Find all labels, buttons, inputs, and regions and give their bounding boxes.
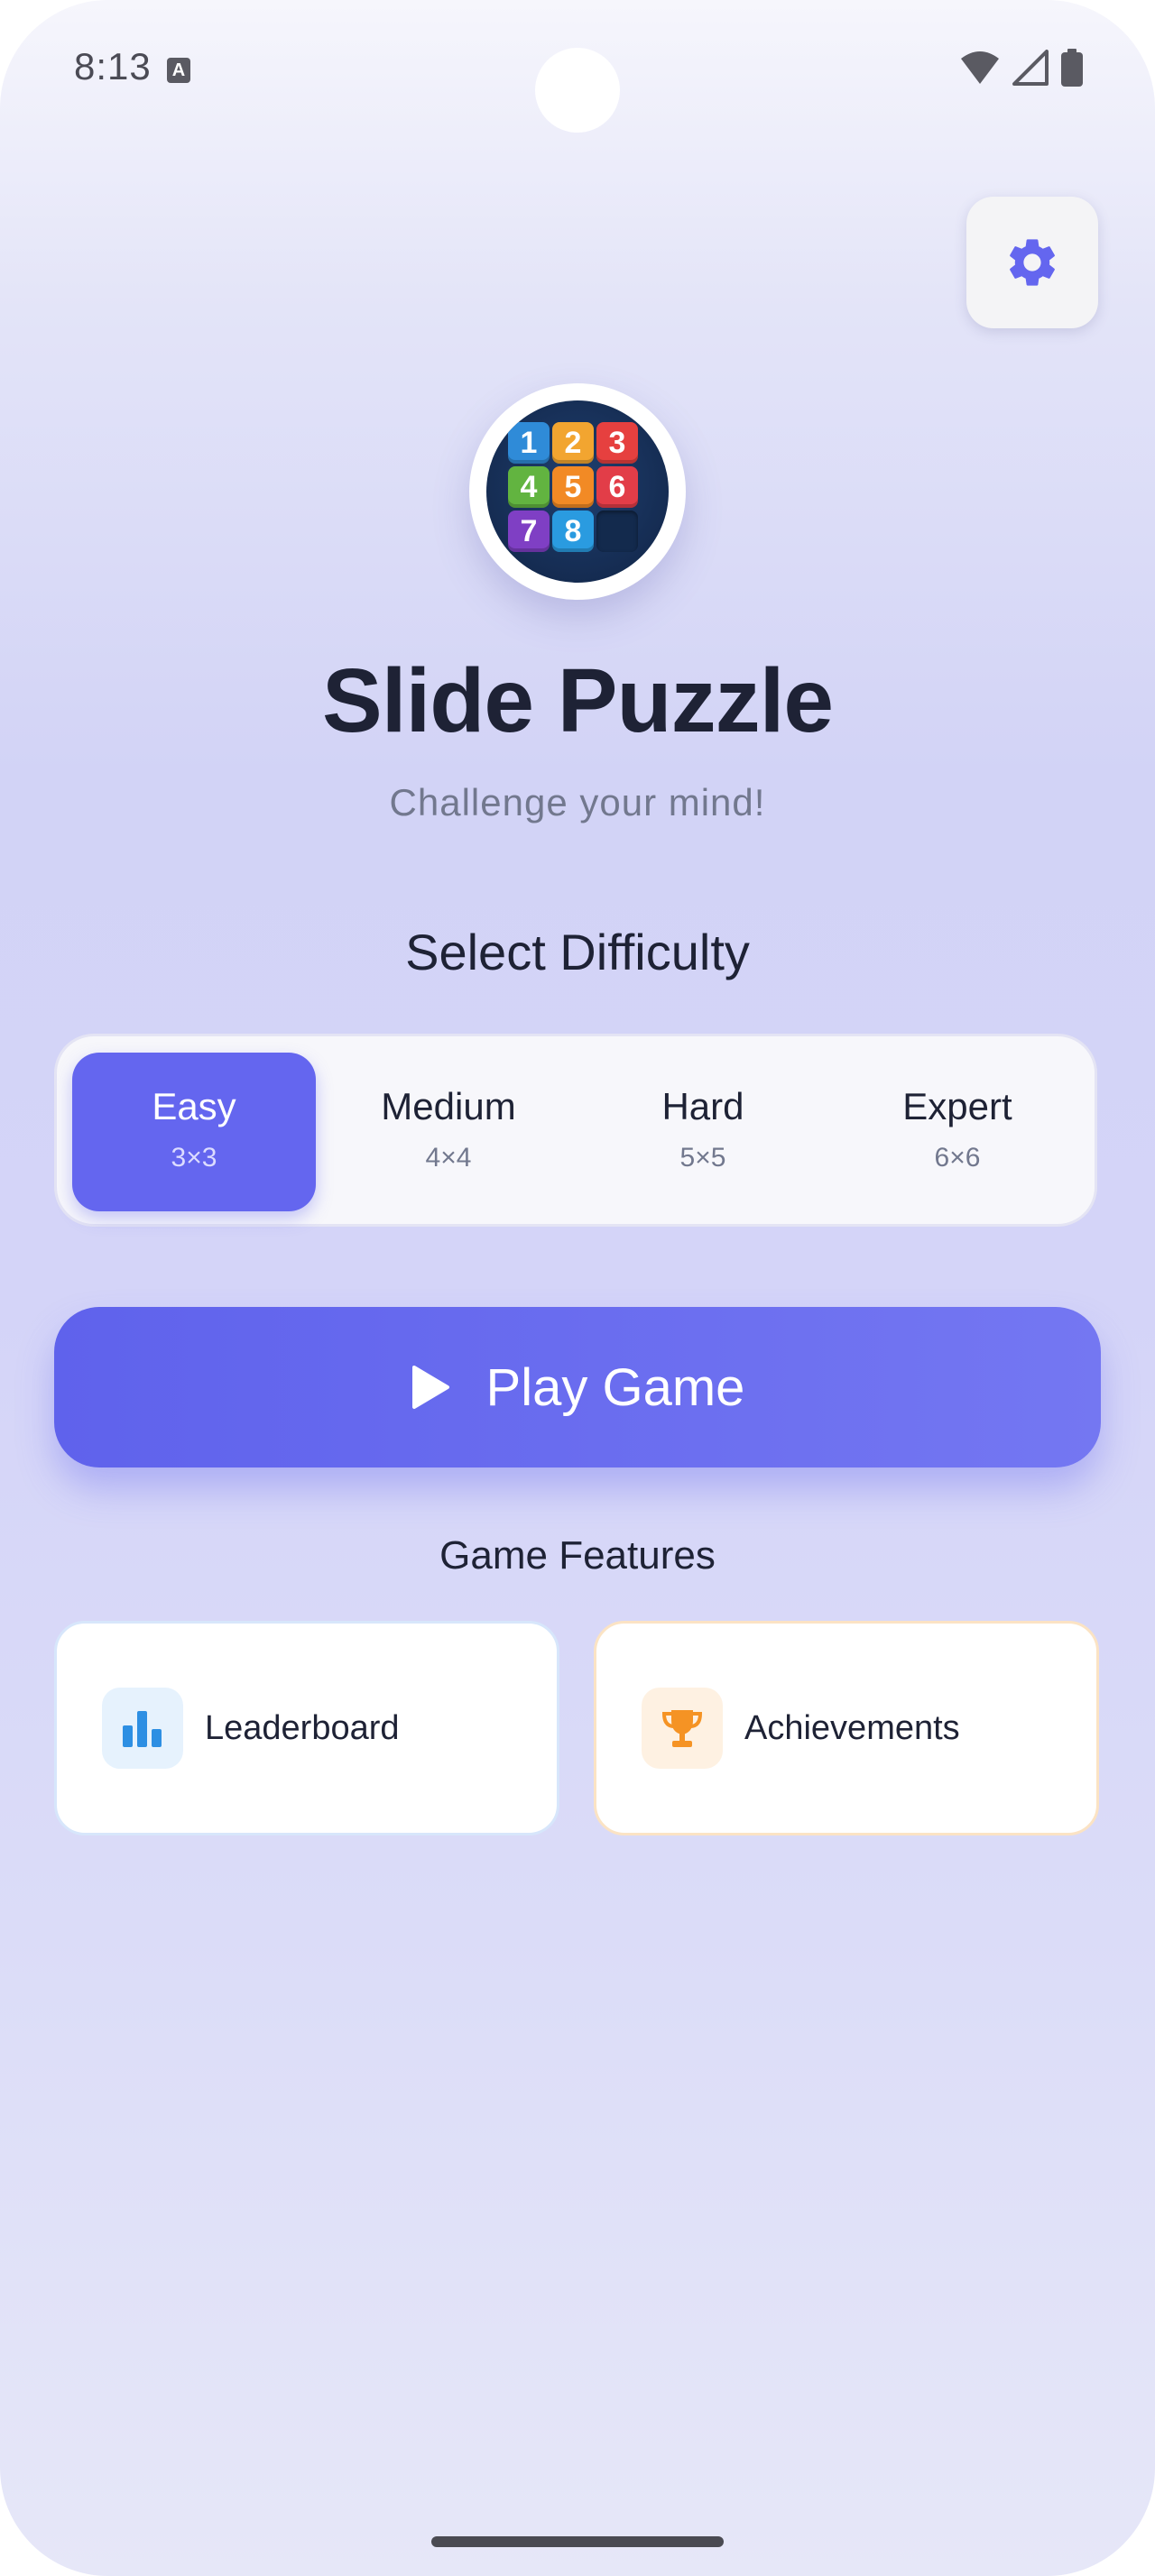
play-icon [411, 1366, 449, 1409]
camera-cutout [535, 48, 620, 133]
achievements-card[interactable]: Achievements [594, 1621, 1099, 1835]
status-time: 8:13 [74, 45, 152, 87]
difficulty-selector: Easy 3×3 Medium 4×4 Hard 5×5 Expert 6×6 [54, 1034, 1097, 1227]
difficulty-label: Expert [902, 1085, 1012, 1127]
difficulty-heading: Select Difficulty [405, 924, 750, 980]
app-title: Slide Puzzle [322, 650, 834, 751]
bar-chart-icon [123, 1711, 162, 1747]
logo-tile: 2 [552, 422, 594, 464]
logo-tile: 1 [508, 422, 550, 464]
achievements-icon-badge [642, 1688, 723, 1769]
signal-icon [1012, 50, 1049, 86]
difficulty-option-expert[interactable]: Expert 6×6 [836, 1053, 1079, 1211]
logo-puzzle-grid: 123 456 78 [508, 422, 643, 557]
logo-tile: 6 [596, 466, 638, 508]
puzzle-logo-image: 123 456 78 [486, 400, 669, 583]
trophy-icon [661, 1710, 703, 1747]
wifi-icon [961, 51, 999, 84]
a-icon: A [167, 58, 190, 83]
difficulty-label: Easy [152, 1085, 236, 1127]
leaderboard-label: Leaderboard [205, 1708, 400, 1747]
logo-tile: 5 [552, 466, 594, 508]
logo-tile: 3 [596, 422, 638, 464]
gear-icon [1010, 239, 1055, 286]
leaderboard-card[interactable]: Leaderboard [54, 1621, 559, 1835]
difficulty-option-medium[interactable]: Medium 4×4 [327, 1053, 570, 1211]
difficulty-grid-size: 5×5 [679, 1143, 726, 1173]
home-indicator[interactable] [431, 2536, 724, 2547]
difficulty-grid-size: 3×3 [171, 1143, 217, 1173]
leaderboard-icon-badge [102, 1688, 183, 1769]
difficulty-option-easy[interactable]: Easy 3×3 [72, 1053, 316, 1211]
app-screen: 8:13 A 123 456 78 Slide Puzzle Challenge y… [0, 0, 1155, 2576]
difficulty-label: Medium [381, 1085, 516, 1127]
difficulty-grid-size: 4×4 [425, 1143, 472, 1173]
settings-button[interactable] [966, 197, 1098, 328]
difficulty-option-hard[interactable]: Hard 5×5 [581, 1053, 825, 1211]
play-game-label: Play Game [485, 1357, 745, 1417]
features-heading: Game Features [439, 1533, 716, 1578]
difficulty-grid-size: 6×6 [934, 1143, 981, 1173]
app-subtitle: Challenge your mind! [389, 781, 766, 823]
difficulty-label: Hard [661, 1085, 744, 1127]
achievements-label: Achievements [744, 1708, 960, 1747]
logo-tile: 8 [552, 511, 594, 552]
logo-tile: 7 [508, 511, 550, 552]
logo-tile-empty [596, 511, 638, 552]
status-icons [960, 49, 1083, 87]
battery-icon [1061, 49, 1083, 87]
app-logo: 123 456 78 [469, 383, 686, 600]
logo-tile: 4 [508, 466, 550, 508]
play-game-button[interactable]: Play Game [54, 1307, 1101, 1467]
